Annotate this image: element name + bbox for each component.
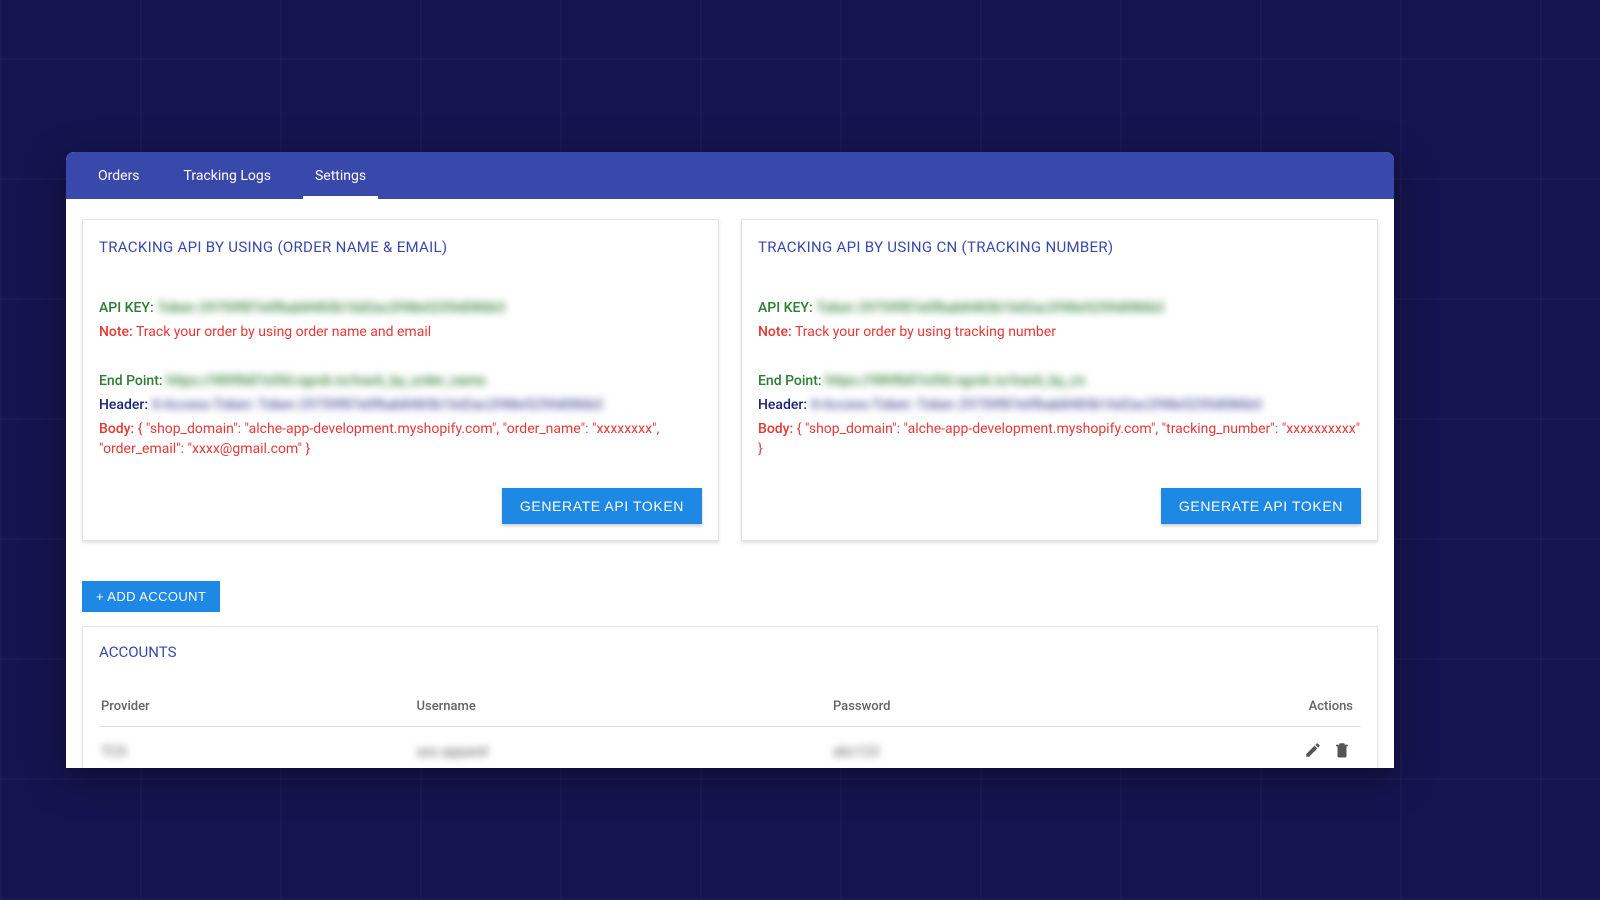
table-row: TCS axx.apparel abc123 <box>99 726 1361 768</box>
endpoint-value: https://989fb87e5fd.ngrok.io/track_by_or… <box>166 373 486 389</box>
generate-api-token-button[interactable]: GENERATE API TOKEN <box>1161 488 1361 524</box>
endpoint-value: https://989fb87e5fd.ngrok.io/track_by_cn <box>825 373 1085 389</box>
body-line: Body: { "shop_domain": "alche-app-develo… <box>99 419 702 460</box>
col-actions: Actions <box>1210 689 1361 727</box>
note-line: Note: Track your order by using order na… <box>99 322 702 342</box>
content-area: TRACKING API BY USING (ORDER NAME & EMAI… <box>66 199 1394 768</box>
generate-api-token-button[interactable]: GENERATE API TOKEN <box>502 488 702 524</box>
edit-icon[interactable] <box>1304 741 1324 761</box>
body-value: { "shop_domain": "alche-app-development.… <box>758 421 1360 457</box>
cell-password: abc123 <box>833 744 879 760</box>
delete-icon[interactable] <box>1333 741 1353 761</box>
tab-tracking-logs[interactable]: Tracking Logs <box>172 152 283 199</box>
card-title: TRACKING API BY USING CN (TRACKING NUMBE… <box>758 238 1361 256</box>
col-password: Password <box>831 689 1210 727</box>
header-label: Header: <box>99 397 148 413</box>
tab-settings[interactable]: Settings <box>303 152 378 199</box>
note-text: Track your order by using tracking numbe… <box>795 324 1056 340</box>
body-label: Body: <box>99 421 134 437</box>
header-line: Header: X-Access-Token: Token 29759f87e0… <box>99 395 702 415</box>
add-account-button[interactable]: + ADD ACCOUNT <box>82 581 220 612</box>
endpoint-line: End Point: https://989fb87e5fd.ngrok.io/… <box>99 371 702 391</box>
body-line: Body: { "shop_domain": "alche-app-develo… <box>758 419 1361 460</box>
api-card-tracking-number: TRACKING API BY USING CN (TRACKING NUMBE… <box>741 219 1378 541</box>
note-label: Note: <box>758 324 792 340</box>
note-line: Note: Track your order by using tracking… <box>758 322 1361 342</box>
body-label: Body: <box>758 421 793 437</box>
cell-username: axx.apparel <box>417 744 489 760</box>
header-value: X-Access-Token: Token 29759f87e0fbab8483… <box>152 397 603 413</box>
col-provider: Provider <box>99 689 415 727</box>
api-card-order-name-email: TRACKING API BY USING (ORDER NAME & EMAI… <box>82 219 719 541</box>
accounts-table: Provider Username Password Actions TCS a… <box>99 689 1361 768</box>
header-label: Header: <box>758 397 807 413</box>
note-text: Track your order by using order name and… <box>136 324 431 340</box>
tab-bar: Orders Tracking Logs Settings <box>66 152 1394 199</box>
note-label: Note: <box>99 324 133 340</box>
accounts-title: ACCOUNTS <box>99 643 1361 661</box>
api-cards-row: TRACKING API BY USING (ORDER NAME & EMAI… <box>82 219 1378 541</box>
header-value: X-Access-Token: Token 29759f87e0fbab8483… <box>811 397 1262 413</box>
endpoint-line: End Point: https://989fb87e5fd.ngrok.io/… <box>758 371 1361 391</box>
api-key-value: Token 29759f87e0fbab8483b16d2ac2f48e5259… <box>157 300 505 316</box>
accounts-card: ACCOUNTS Provider Username Password Acti… <box>82 626 1378 768</box>
api-key-label: API KEY: <box>99 300 154 316</box>
body-value: { "shop_domain": "alche-app-development.… <box>99 421 659 457</box>
tab-orders[interactable]: Orders <box>86 152 152 199</box>
app-window: Orders Tracking Logs Settings TRACKING A… <box>66 152 1394 768</box>
card-title: TRACKING API BY USING (ORDER NAME & EMAI… <box>99 238 702 256</box>
add-account-row: + ADD ACCOUNT <box>82 581 1378 612</box>
cell-provider: TCS <box>101 744 127 760</box>
api-key-line: API KEY: Token 29759f87e0fbab8483b16d2ac… <box>99 298 702 318</box>
col-username: Username <box>415 689 831 727</box>
api-key-label: API KEY: <box>758 300 813 316</box>
api-key-line: API KEY: Token 29759f87e0fbab8483b16d2ac… <box>758 298 1361 318</box>
endpoint-label: End Point: <box>99 373 163 389</box>
header-line: Header: X-Access-Token: Token 29759f87e0… <box>758 395 1361 415</box>
api-key-value: Token 29759f87e0fbab8483b16d2ac2f48e5259… <box>816 300 1164 316</box>
endpoint-label: End Point: <box>758 373 822 389</box>
